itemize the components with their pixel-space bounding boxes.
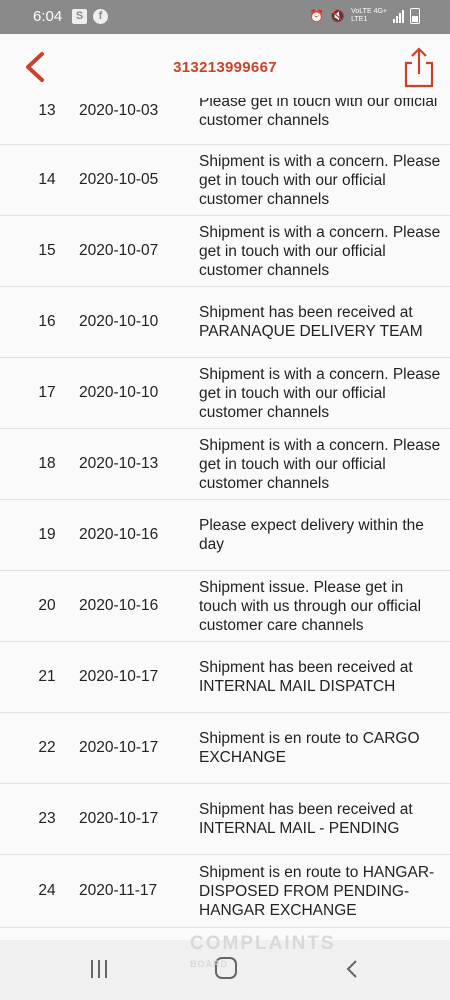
- row-description: Please get in touch with our official cu…: [199, 98, 438, 129]
- list-item: 16 2020-10-10 Shipment has been received…: [0, 287, 450, 358]
- row-date: 2020-10-10: [79, 313, 159, 330]
- system-indicators: ⏰ 🔇 VoLTE 4G+ LTE1: [309, 8, 420, 24]
- list-item: 15 2020-10-07 Shipment is with a concern…: [0, 216, 450, 287]
- row-date: 2020-10-16: [79, 526, 159, 543]
- row-date: 2020-10-16: [79, 597, 159, 614]
- row-date: 2020-10-17: [79, 739, 159, 756]
- s-app-icon: S: [72, 9, 87, 24]
- facebook-icon: f: [93, 9, 108, 24]
- row-date: 2020-11-17: [79, 882, 158, 899]
- row-description: Shipment is en route to CARGO EXCHANGE: [199, 730, 420, 766]
- row-description: Shipment is with a concern. Please get i…: [199, 365, 441, 421]
- row-description: Shipment has been received at PARANAQUE …: [199, 304, 423, 340]
- home-button[interactable]: [215, 957, 237, 979]
- row-date: 2020-10-05: [79, 171, 159, 188]
- row-description: Shipment is en route to HANGAR-DISPOSED …: [199, 863, 435, 919]
- list-item: 13 2020-10-03 Please get in touch with o…: [0, 98, 450, 145]
- row-description: Shipment is with a concern. Please get i…: [199, 436, 441, 492]
- chevron-left-icon: [346, 960, 357, 978]
- notification-icons: S f: [72, 9, 108, 24]
- battery-icon: [410, 8, 420, 24]
- list-item: 19 2020-10-16 Please expect delivery wit…: [0, 500, 450, 571]
- list-item: 17 2020-10-10 Shipment is with a concern…: [0, 358, 450, 429]
- row-date: 2020-10-07: [79, 242, 159, 259]
- list-item: 21 2020-10-17 Shipment has been received…: [0, 642, 450, 713]
- row-date: 2020-10-03: [79, 102, 159, 119]
- list-item: 18 2020-10-13 Shipment is with a concern…: [0, 429, 450, 500]
- row-date: 2020-10-17: [79, 810, 159, 827]
- share-button[interactable]: [402, 46, 436, 90]
- row-description: Shipment has been received at INTERNAL M…: [199, 659, 413, 695]
- network-label-top: VoLTE 4G+: [351, 8, 387, 15]
- status-bar: 6:04 S f ⏰ 🔇 VoLTE 4G+ LTE1: [0, 0, 450, 34]
- recent-bar-icon: [98, 960, 100, 978]
- list-item: 24 2020-11-17 Shipment is en route to HA…: [0, 855, 450, 928]
- app-header: 313213999667: [0, 34, 450, 98]
- share-icon: [404, 47, 434, 88]
- clock: 6:04: [33, 8, 63, 25]
- row-description: Shipment issue. Please get in touch with…: [199, 578, 422, 634]
- row-description: Shipment has been received at INTERNAL M…: [199, 801, 413, 837]
- tracking-history-list[interactable]: 13 2020-10-03 Please get in touch with o…: [0, 98, 450, 940]
- network-label: VoLTE 4G+ LTE1: [351, 8, 387, 24]
- system-navigation-bar: [0, 940, 450, 1000]
- system-back-button[interactable]: [342, 958, 362, 980]
- row-date: 2020-10-17: [79, 668, 159, 685]
- list-item: 14 2020-10-05 Shipment is with a concern…: [0, 145, 450, 216]
- mute-icon: 🔇: [330, 9, 346, 23]
- recent-bar-icon: [91, 960, 93, 978]
- alarm-icon: ⏰: [309, 9, 325, 23]
- list-item: 23 2020-10-17 Shipment has been received…: [0, 784, 450, 855]
- row-date: 2020-10-10: [79, 384, 159, 401]
- row-description: Shipment is with a concern. Please get i…: [199, 223, 441, 279]
- list-item: 20 2020-10-16 Shipment issue. Please get…: [0, 571, 450, 642]
- network-label-bottom: LTE1: [351, 16, 368, 23]
- row-description: Please expect delivery within the day: [199, 517, 424, 553]
- tracking-number-title: 313213999667: [173, 59, 277, 76]
- recent-apps-button[interactable]: [88, 960, 110, 978]
- signal-icon: [393, 9, 404, 23]
- row-date: 2020-10-13: [79, 455, 159, 472]
- list-item: 22 2020-10-17 Shipment is en route to CA…: [0, 713, 450, 784]
- recent-bar-icon: [105, 960, 107, 978]
- row-description: Shipment is with a concern. Please get i…: [199, 152, 441, 208]
